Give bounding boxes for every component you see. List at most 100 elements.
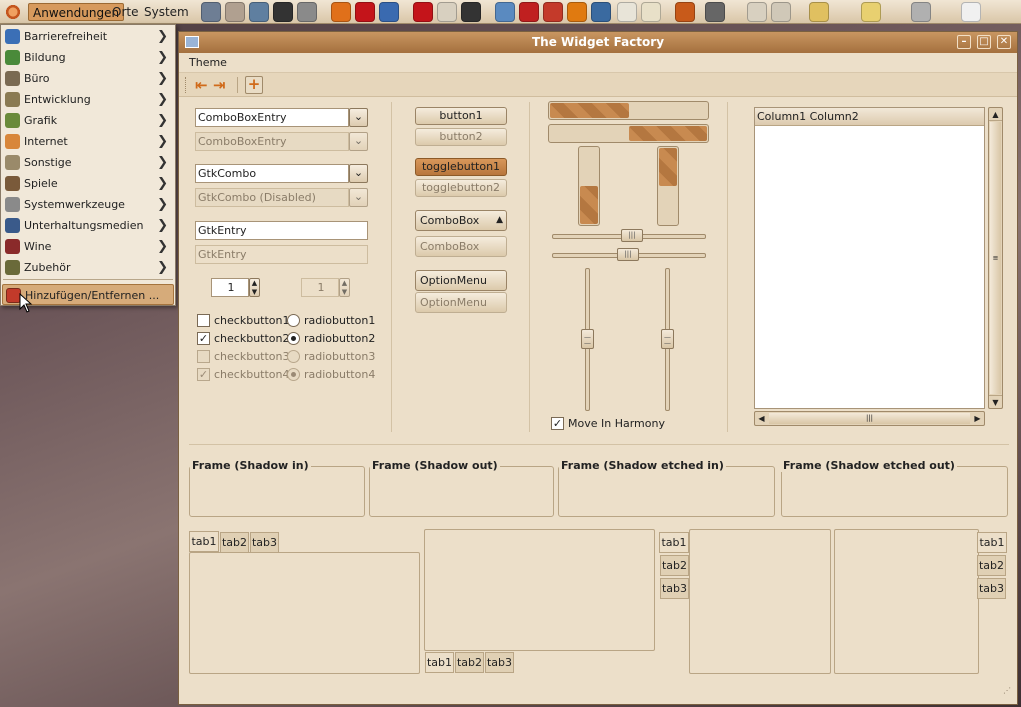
gear-icon[interactable] <box>437 2 457 22</box>
theme-icon[interactable] <box>675 2 695 22</box>
panel-menu-places[interactable]: Orte <box>108 3 142 21</box>
scroll-left-icon[interactable]: ◀ <box>755 412 768 425</box>
pdf-icon[interactable] <box>413 2 433 22</box>
scroll-right-icon[interactable]: ▶ <box>971 412 984 425</box>
menu-item-office[interactable]: Büro ❯ <box>2 68 174 89</box>
dvd-icon[interactable] <box>461 2 481 22</box>
first-icon[interactable]: ⇤ <box>195 76 213 94</box>
radiobutton1[interactable] <box>287 314 300 327</box>
spin-stepper[interactable]: ▲ ▼ <box>249 278 260 297</box>
menu-theme[interactable]: Theme <box>189 56 227 69</box>
menu-item-accessibility[interactable]: Barrierefreiheit ❯ <box>2 26 174 47</box>
education-icon <box>5 50 20 65</box>
vlc-icon[interactable] <box>567 2 587 22</box>
menu-item-multimedia[interactable]: Unterhaltungsmedien ❯ <box>2 215 174 236</box>
menu-item-accessories[interactable]: Zubehör ❯ <box>2 257 174 278</box>
clock-icon[interactable] <box>591 2 611 22</box>
togglebutton2: togglebutton2 <box>415 179 507 197</box>
option-menu[interactable]: OptionMenu <box>415 270 507 291</box>
tab-tab1[interactable]: tab1 <box>659 532 689 553</box>
network-tray-icon[interactable] <box>809 2 829 22</box>
tab-tab3[interactable]: tab3 <box>977 578 1006 599</box>
chevron-right-icon: ❯ <box>157 134 168 149</box>
close-icon[interactable]: ✕ <box>997 35 1011 49</box>
slider-handle[interactable]: — — <box>661 329 674 349</box>
vertical-scrollbar[interactable]: ▲ ≡ ▼ <box>988 107 1003 409</box>
checkbutton1[interactable] <box>197 314 210 327</box>
box-icon[interactable] <box>495 2 515 22</box>
scroll-thumb[interactable]: ≡ <box>990 122 1001 394</box>
button1[interactable]: button1 <box>415 107 507 125</box>
combobox-entry[interactable]: ComboBoxEntry <box>195 108 349 127</box>
radiobutton2[interactable] <box>287 332 300 345</box>
battery-icon[interactable] <box>911 2 931 22</box>
tab-tab3[interactable]: tab3 <box>250 532 279 553</box>
editor-icon[interactable] <box>379 2 399 22</box>
tab-tab1[interactable]: tab1 <box>425 652 454 673</box>
network-icon[interactable] <box>249 2 269 22</box>
frame-title: Frame (Shadow out) <box>370 459 500 472</box>
notebook-tabs-bottom <box>424 529 655 651</box>
folder-icon[interactable] <box>861 2 881 22</box>
panel-menu-system[interactable]: System <box>140 3 193 21</box>
brightness-icon[interactable] <box>961 2 981 22</box>
move-in-harmony-checkbox[interactable]: ✓ <box>551 417 564 430</box>
menu-item-system-tools[interactable]: Systemwerkzeuge ❯ <box>2 194 174 215</box>
column-header-1[interactable]: Column1 <box>757 110 806 123</box>
scroll-down-icon[interactable]: ▼ <box>989 395 1002 408</box>
tree-view[interactable]: Column1 Column2 <box>754 107 985 409</box>
tab-tab1[interactable]: tab1 <box>189 531 219 552</box>
combobox[interactable]: ComboBox ▲ <box>415 210 507 231</box>
ubuntu-logo-icon[interactable] <box>4 3 22 21</box>
menu-item-internet[interactable]: Internet ❯ <box>2 131 174 152</box>
tab-tab2[interactable]: tab2 <box>220 532 249 553</box>
maximize-icon[interactable]: □ <box>977 35 991 49</box>
snail-icon[interactable] <box>747 2 767 22</box>
menu-item-label: Zubehör <box>24 261 71 274</box>
togglebutton1[interactable]: togglebutton1 <box>415 158 507 176</box>
menu-item-education[interactable]: Bildung ❯ <box>2 47 174 68</box>
scroll-thumb[interactable]: ||| <box>769 413 970 424</box>
tab-tab3[interactable]: tab3 <box>485 652 514 673</box>
tools-icon[interactable] <box>297 2 317 22</box>
combobox-entry-dropdown[interactable]: ⌄ <box>349 108 368 127</box>
tab-tab2[interactable]: tab2 <box>660 555 689 576</box>
scroll-up-icon[interactable]: ▲ <box>989 108 1002 121</box>
checkbutton2[interactable]: ✓ <box>197 332 210 345</box>
gtkcombo-entry[interactable]: GtkCombo <box>195 164 349 183</box>
speaker-icon[interactable] <box>771 2 791 22</box>
last-icon[interactable]: ⇥ <box>213 76 231 94</box>
slider-handle[interactable]: ||| <box>621 229 643 242</box>
tab-tab2[interactable]: tab2 <box>455 652 484 673</box>
window-titlebar[interactable]: The Widget Factory – □ ✕ <box>179 32 1017 53</box>
column-header-2[interactable]: Column2 <box>810 110 859 123</box>
menu-item-development[interactable]: Entwicklung ❯ <box>2 89 174 110</box>
gtkcombo-dropdown[interactable]: ⌄ <box>349 164 368 183</box>
tab-tab1[interactable]: tab1 <box>977 532 1007 553</box>
calculator-icon[interactable] <box>617 2 637 22</box>
tab-tab3[interactable]: tab3 <box>660 578 689 599</box>
spin-button[interactable]: 1 <box>211 278 249 297</box>
horizontal-scrollbar[interactable]: ◀ ||| ▶ <box>754 411 985 426</box>
settings-icon[interactable] <box>225 2 245 22</box>
paint-icon[interactable] <box>543 2 563 22</box>
menu-item-wine[interactable]: Wine ❯ <box>2 236 174 257</box>
menu-item-graphics[interactable]: Grafik ❯ <box>2 110 174 131</box>
minimize-icon[interactable]: – <box>957 35 971 49</box>
gimp-icon[interactable] <box>705 2 725 22</box>
menu-item-games[interactable]: Spiele ❯ <box>2 173 174 194</box>
firefox-icon[interactable] <box>331 2 351 22</box>
camera-icon[interactable] <box>201 2 221 22</box>
gtk-entry[interactable]: GtkEntry <box>195 221 368 240</box>
notes-icon[interactable] <box>641 2 661 22</box>
add-icon[interactable]: + <box>245 76 263 94</box>
mb-icon[interactable] <box>519 2 539 22</box>
slider-handle[interactable]: ||| <box>617 248 639 261</box>
terminal-icon[interactable] <box>273 2 293 22</box>
chevron-right-icon: ❯ <box>157 50 168 65</box>
resize-grip-icon[interactable]: ⋰ <box>1003 687 1015 700</box>
menu-item-other[interactable]: Sonstige ❯ <box>2 152 174 173</box>
tab-tab2[interactable]: tab2 <box>977 555 1006 576</box>
opera-icon[interactable] <box>355 2 375 22</box>
slider-handle[interactable]: — — <box>581 329 594 349</box>
